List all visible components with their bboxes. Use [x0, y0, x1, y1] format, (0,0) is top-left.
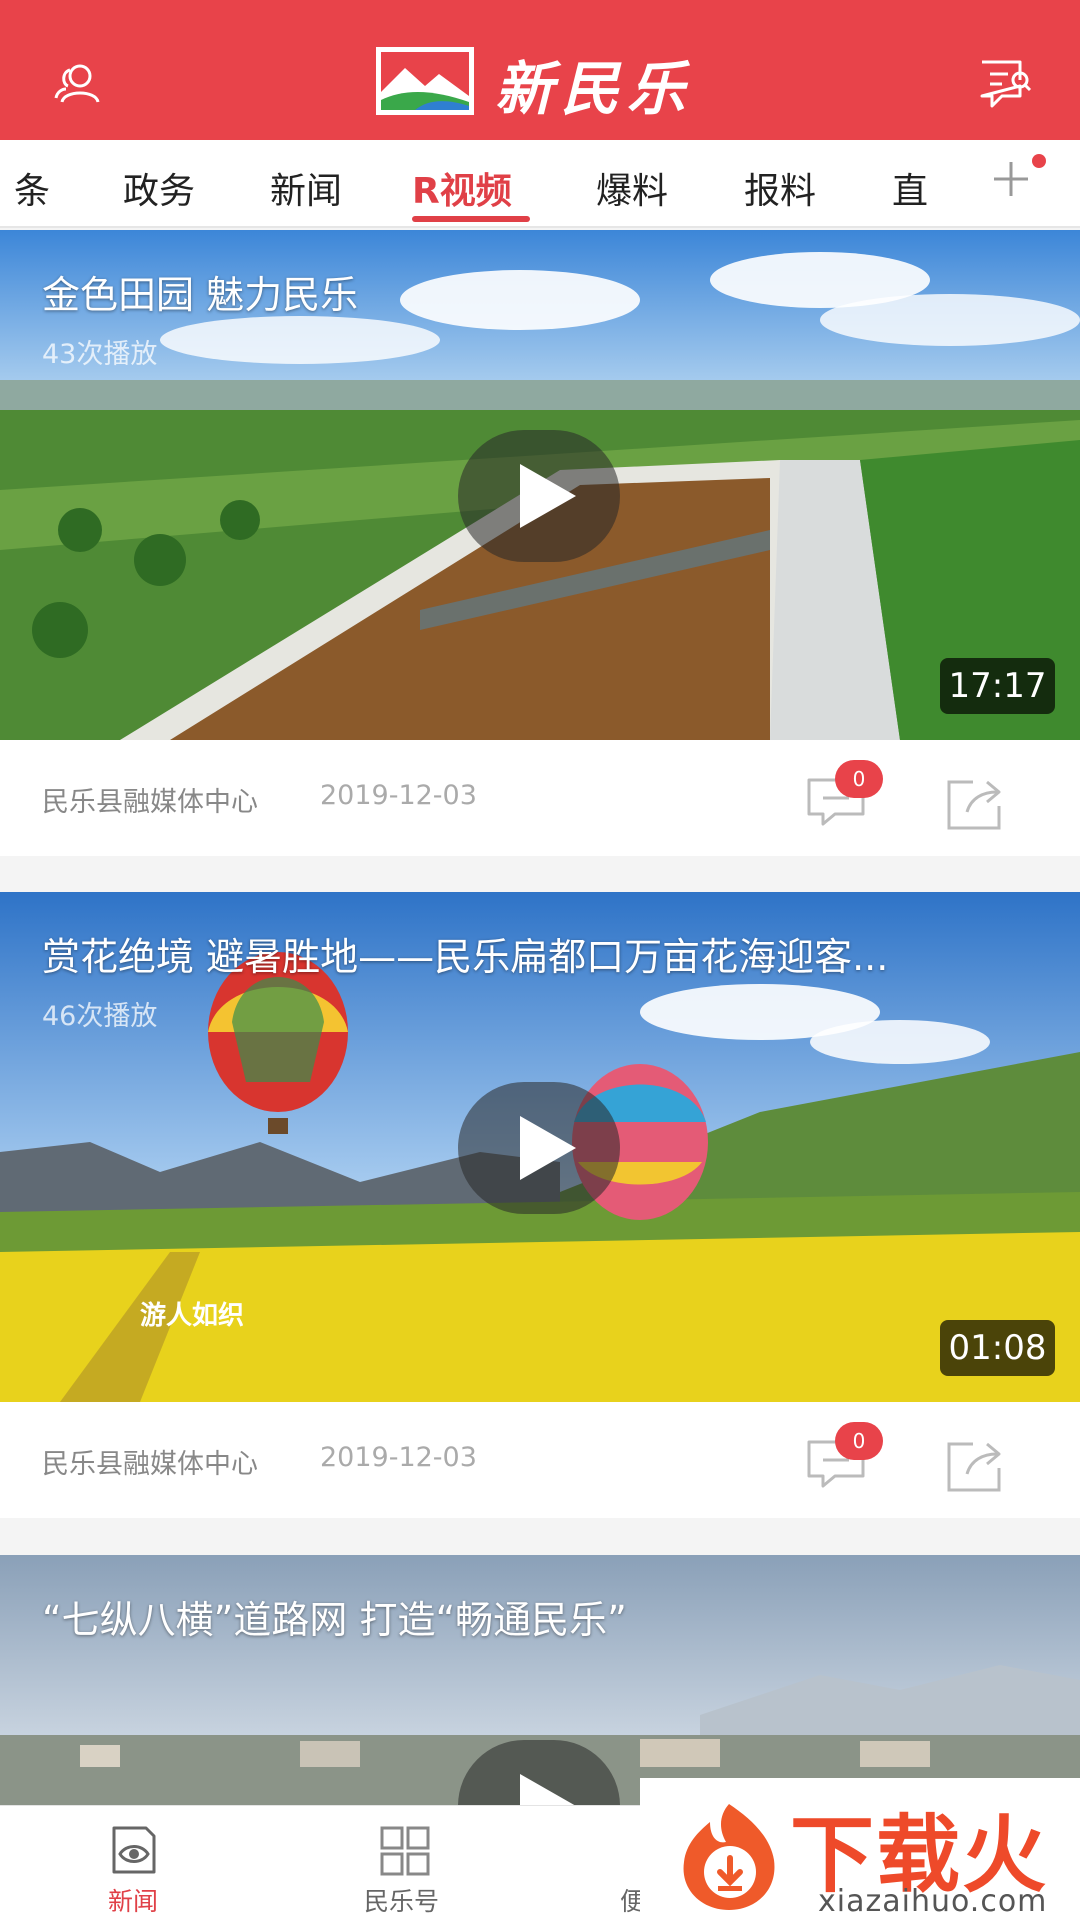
comment-count-badge: 0 [835, 1422, 883, 1460]
grid-icon[interactable] [378, 1824, 432, 1878]
play-button[interactable] [458, 1082, 620, 1214]
play-count: 43次播放 [42, 339, 158, 370]
tab-xinwen[interactable]: 新闻 [270, 162, 342, 214]
app-title: 新民乐 [495, 55, 694, 123]
play-count: 46次播放 [42, 1001, 158, 1032]
user-icon[interactable] [50, 58, 102, 110]
video-card[interactable]: 游人如织 赏花绝境 避暑胜地——民乐扁都口万亩花海迎客... 46次播放 01:… [0, 892, 1080, 1518]
video-duration: 01:08 [940, 1320, 1055, 1376]
tab-baoliao-2[interactable]: 报料 [744, 162, 816, 214]
video-meta-bar: 民乐县融媒体中心 2019-12-03 0 [0, 740, 1080, 856]
channel-tabs: 条 政务 新闻 R视频 爆料 报料 直 [0, 140, 1080, 228]
share-icon[interactable] [943, 1438, 1005, 1494]
nav-minlehao-label[interactable]: 民乐号 [364, 1882, 439, 1918]
tab-zhibo[interactable]: 直 [892, 162, 928, 214]
message-search-icon[interactable] [976, 56, 1034, 112]
nav-xinwen-label[interactable]: 新闻 [108, 1882, 158, 1918]
watermark-banner: 下载火 xiazaihuo.com [640, 1778, 1080, 1920]
video-thumbnail[interactable]: 金色田园 魅力民乐 43次播放 17:17 [0, 230, 1080, 740]
video-meta-bar: 民乐县融媒体中心 2019-12-03 0 [0, 1402, 1080, 1518]
plus-icon[interactable] [990, 158, 1032, 200]
flame-logo-icon [683, 1804, 775, 1910]
video-source: 民乐县融媒体中心 [42, 1449, 258, 1480]
video-thumbnail[interactable]: 游人如织 赏花绝境 避暑胜地——民乐扁都口万亩花海迎客... 46次播放 01:… [0, 892, 1080, 1402]
app-header: 新民乐 [0, 0, 1080, 140]
video-date: 2019-12-03 [320, 1442, 477, 1473]
video-card[interactable]: “七纵八横”道路网 打造“畅通民乐” [0, 1555, 1080, 1805]
tab-baoliao[interactable]: 爆料 [596, 162, 668, 214]
video-card[interactable]: 金色田园 魅力民乐 43次播放 17:17 民乐县融媒体中心 2019-12-0… [0, 230, 1080, 856]
video-title[interactable]: 金色田园 魅力民乐 [42, 264, 358, 319]
video-date: 2019-12-03 [320, 780, 477, 811]
app-logo-icon [376, 47, 474, 115]
tab-toutiao[interactable]: 条 [14, 162, 50, 214]
comment-count-badge: 0 [835, 760, 883, 798]
play-button[interactable] [458, 430, 620, 562]
new-channel-dot [1032, 154, 1046, 168]
video-duration: 17:17 [940, 658, 1055, 714]
tab-rvideo[interactable]: R视频 [412, 162, 512, 214]
active-tab-indicator [412, 216, 530, 222]
video-title[interactable]: “七纵八横”道路网 打造“畅通民乐” [42, 1589, 627, 1644]
video-source: 民乐县融媒体中心 [42, 787, 258, 818]
share-icon[interactable] [943, 776, 1005, 832]
eye-screen-icon[interactable] [106, 1824, 160, 1878]
scene-overlay-text: 游人如织 [140, 1300, 244, 1331]
tab-zhengwu[interactable]: 政务 [123, 162, 195, 214]
video-thumbnail[interactable]: “七纵八横”道路网 打造“畅通民乐” [0, 1555, 1080, 1805]
video-title[interactable]: 赏花绝境 避暑胜地——民乐扁都口万亩花海迎客... [42, 926, 888, 981]
watermark-url: xiazaihuo.com [818, 1884, 1048, 1919]
